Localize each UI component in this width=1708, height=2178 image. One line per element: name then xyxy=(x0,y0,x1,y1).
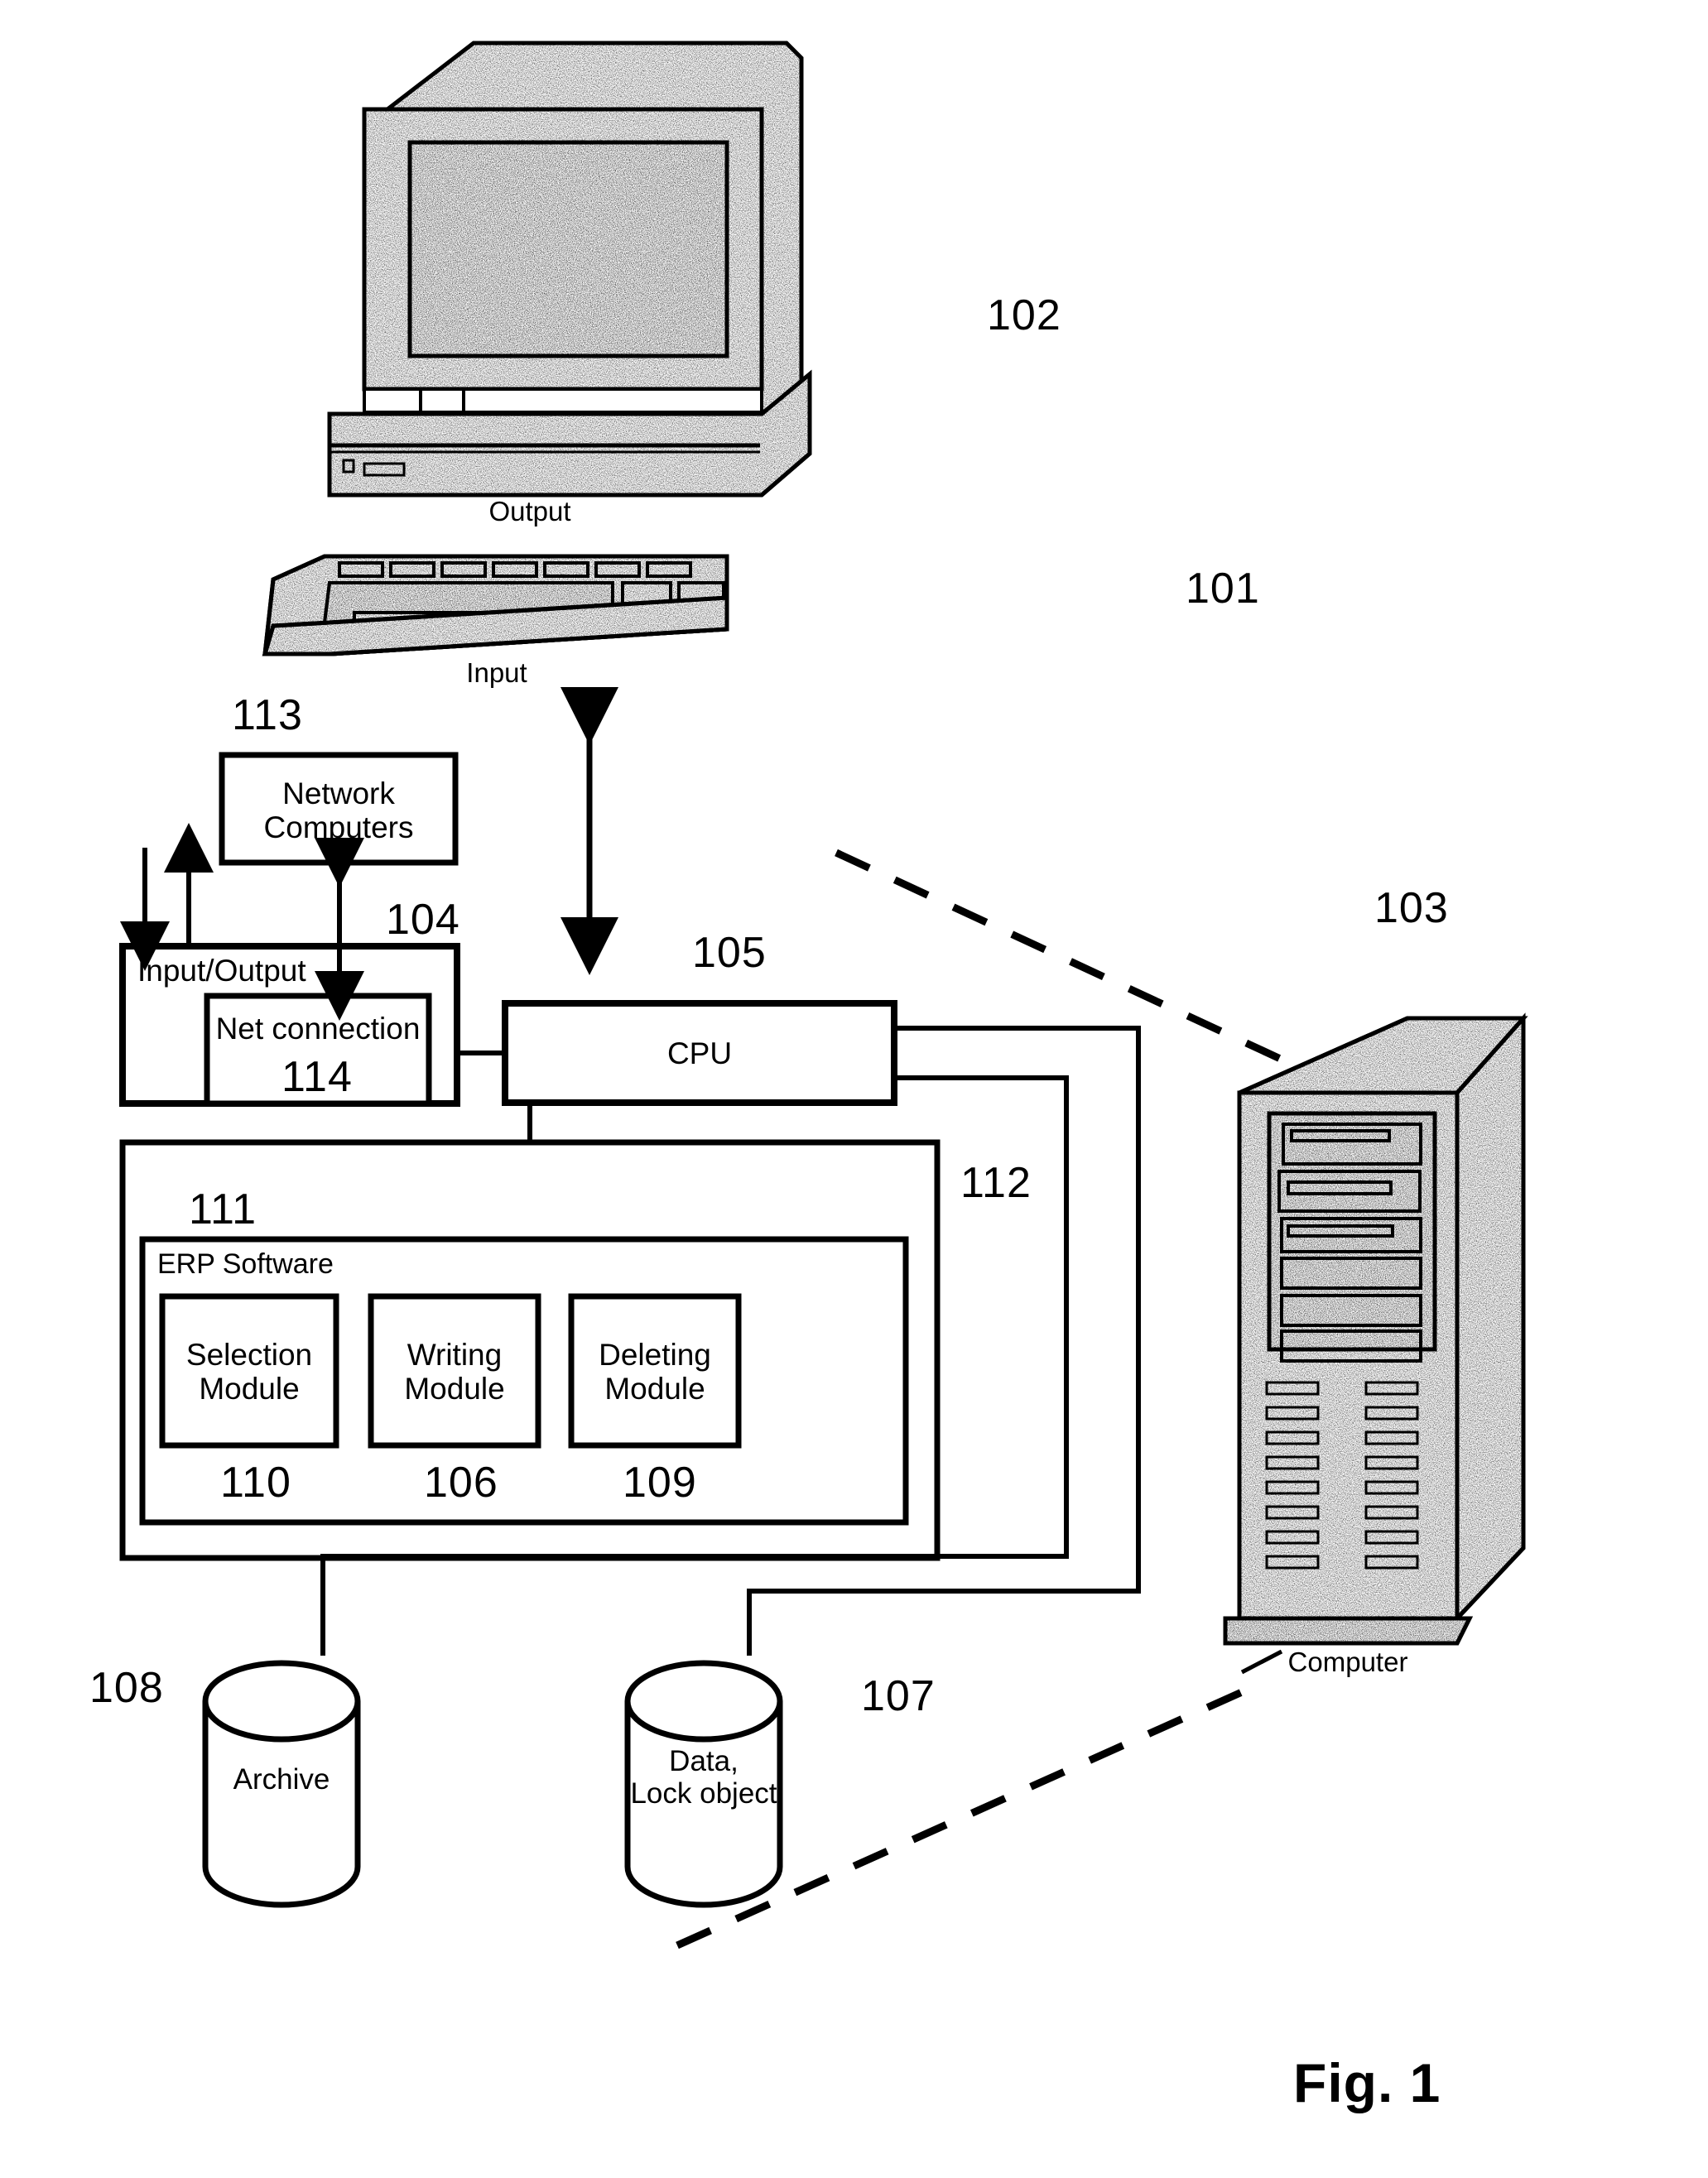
net-connection-reference: 114 xyxy=(281,1053,353,1101)
monitor-label: Output xyxy=(488,496,571,526)
keyboard-reference: 101 xyxy=(1186,565,1260,613)
data-lock-object-label: Data, Lock object xyxy=(630,1745,777,1810)
selection-module-label: Selection Module xyxy=(185,1338,313,1406)
keyboard-label: Input xyxy=(466,657,527,688)
network-computers-reference: 113 xyxy=(232,691,303,739)
figure-line-art xyxy=(0,0,1708,2178)
patent-figure-1: Output 102 Input 101 Computer 103 Networ… xyxy=(0,0,1708,2178)
cpu-label: CPU xyxy=(666,1036,733,1070)
archive-label: Archive xyxy=(233,1763,330,1796)
data-lock-object-reference: 107 xyxy=(861,1672,936,1720)
input-output-label: Input/Output xyxy=(137,954,306,988)
figure-caption: Fig. 1 xyxy=(1293,2052,1441,2113)
memory-outer-reference: 112 xyxy=(960,1159,1032,1207)
monitor-illustration xyxy=(327,41,812,498)
deleting-module-label: Deleting Module xyxy=(599,1338,711,1406)
monitor-reference: 102 xyxy=(987,291,1061,339)
memory-inner-reference: 111 xyxy=(189,1185,257,1233)
writing-module-reference: 106 xyxy=(424,1459,498,1507)
writing-module-label: Writing Module xyxy=(404,1338,505,1406)
archive-reference: 108 xyxy=(89,1664,164,1712)
input-output-reference: 104 xyxy=(386,896,460,944)
net-connection-label: Net connection xyxy=(215,1012,421,1046)
tower-illustration xyxy=(1223,1012,1528,1675)
deleting-module-reference: 109 xyxy=(623,1459,697,1507)
tower-label: Computer xyxy=(1287,1647,1408,1677)
erp-software-label: ERP Software xyxy=(157,1248,334,1280)
network-computers-label: Network Computers xyxy=(263,776,414,845)
cpu-reference: 105 xyxy=(692,929,767,977)
tower-reference: 103 xyxy=(1374,884,1449,932)
selection-module-reference: 110 xyxy=(220,1459,291,1507)
